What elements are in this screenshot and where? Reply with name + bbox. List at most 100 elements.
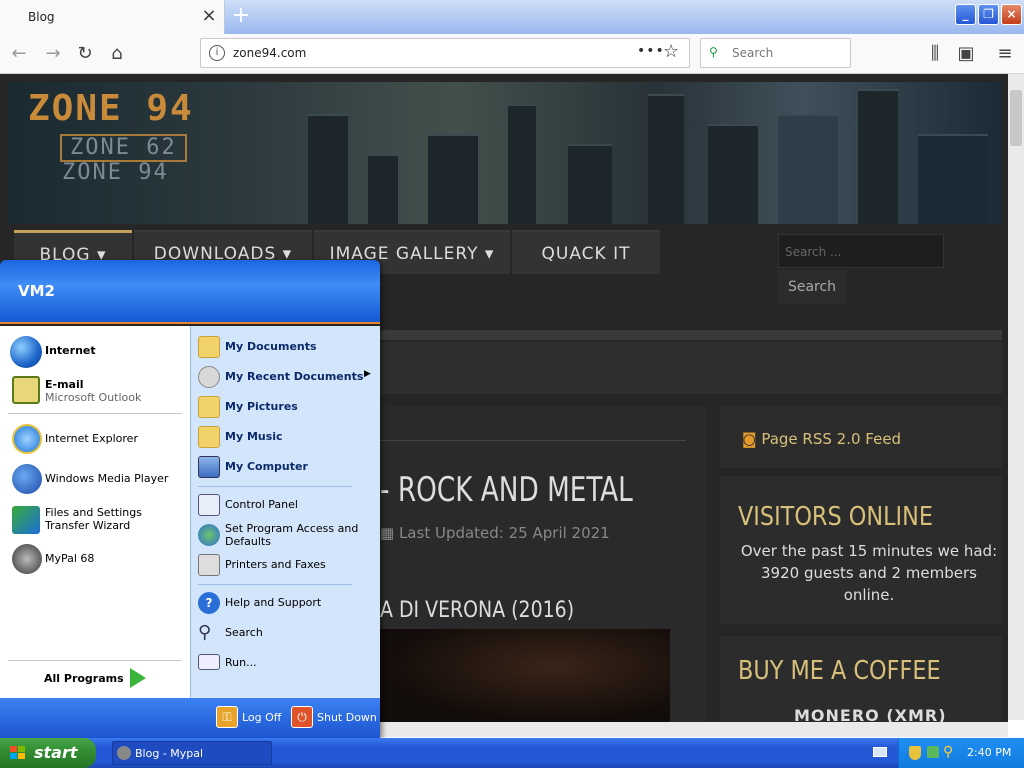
start-item-control-panel[interactable]: Control Panel [196,492,376,518]
url-bar[interactable]: i zone94.com ••• ☆ [200,38,690,68]
network-icon[interactable] [927,746,939,758]
menu-item-quack-it[interactable]: QUACK IT [512,230,660,274]
transfer-wizard-icon [12,506,40,534]
start-item-internet-explorer[interactable]: Internet Explorer [8,422,186,456]
keyboard-icon[interactable] [873,747,887,757]
minimize-button[interactable]: _ [955,4,976,25]
recent-docs-icon [198,366,220,388]
log-off-label: Log Off [242,711,282,724]
media-player-icon [12,464,42,494]
breadcrumb-band [380,342,1002,394]
nav-bar: ← → ↻ ⌂ i zone94.com ••• ☆ ⚲ Search ⫼ ▣ … [0,34,1024,74]
start-item-label: Internet [45,344,96,357]
key-icon: ⚿ [216,706,238,728]
info-icon[interactable]: i [209,45,225,61]
folder-icon [198,336,220,358]
visitors-title: VISITORS ONLINE [738,502,934,532]
taskbar-item-label: Blog - Mypal [135,747,204,760]
start-item-my-music[interactable]: My Music [196,424,376,450]
separator [198,486,352,487]
taskbar-item-mypal[interactable]: Blog - Mypal [112,741,272,765]
maximize-button[interactable]: ❐ [978,4,999,25]
browser-search-placeholder: Search [732,46,774,60]
rss-link[interactable]: ◙ Page RSS 2.0 Feed [742,430,901,448]
folder-icon [198,426,220,448]
sidebar-icon[interactable]: ▣ [953,42,979,66]
forward-arrow-icon[interactable]: → [40,42,66,66]
help-icon: ? [198,592,220,614]
start-item-label: E-mail [45,378,84,391]
start-item-mypal[interactable]: MyPal 68 [8,542,186,576]
article-title[interactable]: - ROCK AND METAL [380,470,633,510]
search-icon: ⚲ [709,45,718,59]
monero-label: MONERO (XMR) [794,706,947,722]
window-close-button[interactable]: × [1001,4,1022,25]
horizontal-scrollbar[interactable] [380,722,1008,737]
vertical-scroll-thumb[interactable] [1010,90,1022,146]
divider [380,330,1002,340]
site-logo[interactable]: ZONE 94 [28,88,194,129]
page-actions-icon[interactable]: ••• [637,43,665,59]
start-item-label: Files and Settings Transfer Wizard [45,506,142,532]
security-shield-icon[interactable] [909,746,921,760]
home-icon[interactable]: ⌂ [104,42,130,66]
program-access-icon [198,524,220,546]
printer-icon [198,554,220,576]
browser-search-input[interactable]: ⚲ Search [700,38,851,68]
start-item-label: Internet Explorer [45,432,138,445]
start-item-label: My Recent Documents [225,370,364,383]
visitors-text: Over the past 15 minutes we had: 3920 gu… [740,542,998,604]
start-item-my-computer[interactable]: My Computer [196,454,376,480]
submenu-arrow-icon: ▶ [364,369,371,379]
new-tab-button[interactable]: + [230,3,252,29]
article-updated: ▦ Last Updated: 25 April 2021 [380,524,610,542]
start-item-my-documents[interactable]: My Documents [196,334,376,360]
start-item-printers[interactable]: Printers and Faxes [196,552,376,578]
start-item-internet[interactable]: Internet [8,334,186,370]
coffee-title: BUY ME A COFFEE [738,656,941,686]
tab-blog[interactable]: Blog × [0,0,225,34]
all-programs-label: All Programs [44,672,124,685]
all-programs-button[interactable]: All Programs [8,664,186,694]
user-name: VM2 [18,282,55,300]
bookmark-star-icon[interactable]: ☆ [663,41,679,62]
start-item-transfer-wizard[interactable]: Files and Settings Transfer Wizard [8,502,186,538]
start-item-label: My Documents [225,340,317,353]
tab-title: Blog [28,10,55,24]
start-item-my-recent-documents[interactable]: My Recent Documents ▶ [196,364,376,390]
back-arrow-icon[interactable]: ← [6,42,32,66]
library-icon[interactable]: ⫼ [922,42,948,66]
start-item-label: Search [225,626,263,639]
start-item-run[interactable]: Run... [196,650,376,676]
separator [8,413,182,414]
email-icon [12,376,40,404]
computer-icon [198,456,220,478]
start-item-email[interactable]: E-mail Microsoft Outlook [8,372,186,408]
article-subtitle[interactable]: A DI VERONA (2016) [380,598,574,623]
start-item-label: Windows Media Player [45,472,169,485]
control-panel-icon [198,494,220,516]
hamburger-menu-icon[interactable]: ≡ [992,42,1018,66]
mypal-icon [12,544,42,574]
ie-icon [12,424,42,454]
start-item-label: Help and Support [225,596,322,609]
start-item-program-access[interactable]: Set Program Access and Defaults [196,522,376,550]
search-tray-icon[interactable]: ⚲ [943,744,953,760]
start-item-sublabel: Microsoft Outlook [45,391,142,404]
reload-icon[interactable]: ↻ [72,42,98,66]
article-image [380,629,670,722]
url-text[interactable]: zone94.com [233,46,306,60]
site-search-button[interactable]: Search [778,270,846,304]
start-item-help[interactable]: ? Help and Support [196,590,376,616]
start-item-label: My Pictures [225,400,298,413]
close-tab-icon[interactable]: × [199,6,219,26]
start-menu-header: VM2 [0,260,380,324]
site-search-input[interactable]: Search ... [778,234,944,268]
windows-flag-icon [10,746,25,759]
start-item-my-pictures[interactable]: My Pictures [196,394,376,420]
start-item-search[interactable]: ⚲ Search [196,620,376,646]
start-item-label: MyPal 68 [45,552,95,565]
vertical-scrollbar[interactable] [1008,74,1024,720]
start-item-media-player[interactable]: Windows Media Player [8,462,186,496]
site-logo-sub2: ZONE 94 [62,160,169,185]
